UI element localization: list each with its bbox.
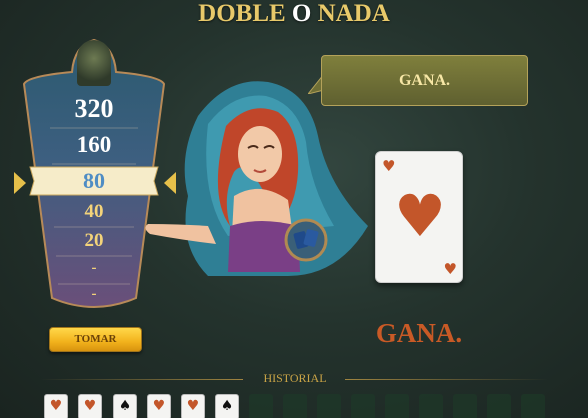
ladder-rung: -: [91, 260, 97, 276]
card-center-heart-icon: ♥: [394, 182, 446, 250]
ladder-rung-current: 80: [83, 168, 105, 193]
history-card-heart-icon: ♥: [78, 394, 102, 418]
ladder-rung: 320: [74, 94, 114, 123]
history-empty-slot: [283, 394, 307, 418]
history-card-heart-icon: ♥: [147, 394, 171, 418]
history-divider-right: [345, 379, 548, 380]
take-button[interactable]: TOMAR: [49, 327, 142, 352]
history-card-heart-icon: ♥: [181, 394, 205, 418]
card-corner-heart-icon: ♥: [443, 260, 457, 278]
history-empty-slot: [249, 394, 273, 418]
title-word-doble: DOBLE: [198, 0, 286, 27]
ladder-rung: 160: [76, 132, 112, 157]
title-word-o: O: [291, 0, 312, 27]
history-card-spade-icon: ♠: [113, 394, 137, 418]
history-empty-slot: [351, 394, 375, 418]
ladder-rung: 40: [84, 201, 104, 222]
card-corner-heart-icon: ♥: [382, 157, 396, 175]
history-empty-slot: [521, 394, 545, 418]
history-empty-slot: [317, 394, 341, 418]
title-word-nada: NADA: [317, 0, 390, 27]
character-portrait-icon: [77, 40, 111, 86]
history-row: ♥ ♥ ♠ ♥ ♥ ♠: [44, 394, 584, 418]
speech-bubble: GANA.: [321, 55, 528, 106]
history-empty-slot: [487, 394, 511, 418]
drawn-card: ♥ ♥ ♥: [375, 151, 463, 283]
ladder-rung: -: [91, 286, 97, 302]
history-card-spade-icon: ♠: [215, 394, 239, 418]
history-empty-slot: [385, 394, 409, 418]
history-empty-slot: [453, 394, 477, 418]
ladder-rung: 20: [84, 230, 104, 251]
result-text: GANA.: [375, 318, 463, 348]
fortune-teller-illustration: [145, 81, 368, 276]
history-empty-slot: [419, 394, 443, 418]
history-card-heart-icon: ♥: [44, 394, 68, 418]
game-title: DOBLE O NADA: [0, 0, 588, 28]
history-divider-left: [40, 379, 243, 380]
history-label: HISTORIAL: [263, 371, 327, 385]
left-pointer-icon: [14, 172, 26, 194]
